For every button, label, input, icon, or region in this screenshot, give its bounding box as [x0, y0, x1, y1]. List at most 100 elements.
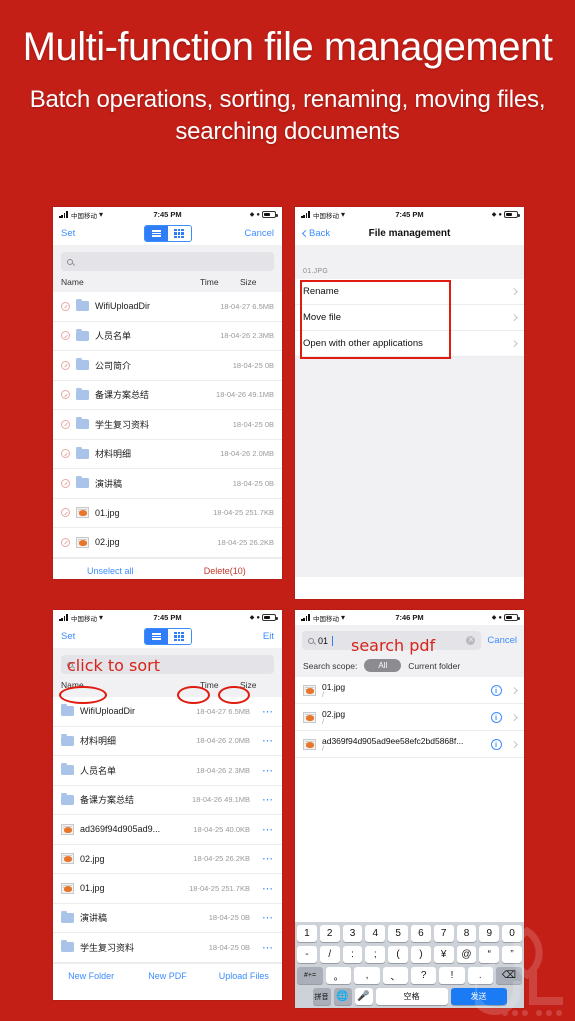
table-row[interactable]: 学生复习资料 18-04-25 0B ⋯: [53, 933, 282, 963]
key-slash[interactable]: /: [319, 946, 340, 963]
table-row[interactable]: 材料明细 18-04-26 2.0MB ⋯: [53, 727, 282, 756]
key-hyphen[interactable]: -: [297, 946, 317, 963]
key-7[interactable]: 7: [433, 925, 454, 942]
more-dots-icon[interactable]: ⋯: [256, 941, 274, 954]
more-dots-icon[interactable]: ⋯: [256, 705, 274, 718]
table-row[interactable]: 演讲稿 18-04-25 0B ⋯: [53, 904, 282, 933]
key-paren-open[interactable]: (: [388, 946, 408, 963]
list-item[interactable]: 01.jpg / i: [295, 677, 524, 704]
key-2[interactable]: 2: [319, 925, 340, 942]
key-at[interactable]: @: [456, 946, 477, 963]
selected-checkbox-icon[interactable]: [61, 478, 70, 488]
menu-item-open-with[interactable]: Open with other applications: [295, 331, 524, 357]
table-row[interactable]: 人员名单 18-04-26 2.3MB ⋯: [53, 756, 282, 786]
key-quote-open[interactable]: “: [479, 946, 500, 963]
key-6[interactable]: 6: [411, 925, 431, 942]
key-comma[interactable]: ,: [354, 967, 380, 984]
selected-checkbox-icon[interactable]: [61, 449, 70, 459]
set-button[interactable]: Set: [61, 228, 75, 239]
column-header-size[interactable]: Size: [240, 277, 274, 287]
unselect-all-button[interactable]: Unselect all: [53, 566, 168, 576]
list-view-icon[interactable]: [144, 629, 168, 644]
key-period-cn[interactable]: 。: [326, 967, 352, 984]
key-space[interactable]: 空格: [375, 988, 448, 1005]
key-semicolon[interactable]: ;: [365, 946, 386, 963]
table-row[interactable]: ad369f94d905ad9... 18-04-25 40.0KB ⋯: [53, 815, 282, 845]
table-row[interactable]: 02.jpg 18-04-25 26.2KB: [53, 528, 282, 558]
more-dots-icon[interactable]: ⋯: [256, 734, 274, 747]
key-5[interactable]: 5: [388, 925, 408, 942]
list-item[interactable]: 02.jpg / i: [295, 704, 524, 731]
more-dots-icon[interactable]: ⋯: [256, 764, 274, 777]
view-mode-segmented-control[interactable]: [143, 225, 192, 242]
key-9[interactable]: 9: [479, 925, 500, 942]
more-dots-icon[interactable]: ⋯: [256, 823, 274, 836]
delete-button[interactable]: Delete(10): [168, 566, 283, 576]
new-pdf-button[interactable]: New PDF: [129, 971, 205, 981]
key-symbols-toggle[interactable]: #+=: [297, 967, 324, 984]
column-header-time[interactable]: Time: [200, 277, 240, 287]
cancel-button[interactable]: Cancel: [244, 228, 274, 239]
key-0[interactable]: 0: [502, 925, 522, 942]
table-row[interactable]: WifiUploadDir 18-04-27 6.5MB: [53, 292, 282, 322]
more-dots-icon[interactable]: ⋯: [256, 852, 274, 865]
upload-files-button[interactable]: Upload Files: [206, 971, 282, 981]
set-button[interactable]: Set: [61, 631, 75, 642]
selected-checkbox-icon[interactable]: [61, 390, 70, 400]
list-item[interactable]: ad369f94d905ad9ee58efc2bd5868f... / i: [295, 731, 524, 758]
key-dot[interactable]: .: [467, 967, 493, 984]
table-row[interactable]: 01.jpg 18-04-25 251.7KB ⋯: [53, 874, 282, 904]
view-mode-segmented-control[interactable]: [143, 628, 192, 645]
microphone-icon[interactable]: 🎤: [354, 988, 373, 1005]
key-exclamation[interactable]: !: [439, 967, 465, 984]
key-pinyin-toggle[interactable]: 拼音: [312, 988, 331, 1005]
clear-circle-icon[interactable]: ✕: [466, 636, 476, 645]
globe-icon[interactable]: 🌐: [333, 988, 352, 1005]
table-row[interactable]: 人员名单 18-04-26 2.3MB: [53, 322, 282, 351]
table-row[interactable]: 02.jpg 18-04-25 26.2KB ⋯: [53, 845, 282, 874]
menu-item-move-file[interactable]: Move file: [295, 305, 524, 331]
column-header-time[interactable]: Time: [200, 680, 240, 690]
more-dots-icon[interactable]: ⋯: [256, 911, 274, 924]
menu-item-rename[interactable]: Rename: [295, 279, 524, 305]
table-row[interactable]: 演讲稿 18-04-25 0B: [53, 469, 282, 499]
table-row[interactable]: WifiUploadDir 18-04-27 6.5MB ⋯: [53, 697, 282, 727]
column-header-name[interactable]: Name: [61, 277, 200, 287]
more-dots-icon[interactable]: ⋯: [256, 793, 274, 806]
backspace-icon[interactable]: ⌫: [495, 967, 522, 984]
grid-view-icon[interactable]: [167, 629, 191, 644]
key-paren-close[interactable]: ): [411, 946, 431, 963]
selected-checkbox-icon[interactable]: [61, 301, 70, 311]
list-view-icon[interactable]: [144, 226, 168, 241]
scope-option-current-folder[interactable]: Current folder: [408, 661, 460, 671]
selected-checkbox-icon[interactable]: [61, 419, 70, 429]
selected-checkbox-icon[interactable]: [61, 360, 70, 370]
grid-view-icon[interactable]: [167, 226, 191, 241]
key-4[interactable]: 4: [365, 925, 386, 942]
column-header-name[interactable]: Name: [61, 680, 200, 690]
search-input[interactable]: [61, 252, 274, 271]
scope-option-all[interactable]: All: [364, 659, 402, 672]
edit-button[interactable]: Eit: [263, 631, 274, 642]
table-row[interactable]: 备课方案总结 18-04-26 49.1MB: [53, 381, 282, 410]
selected-checkbox-icon[interactable]: [61, 537, 70, 547]
key-1[interactable]: 1: [297, 925, 317, 942]
key-yen[interactable]: ¥: [433, 946, 454, 963]
info-icon[interactable]: i: [490, 684, 502, 696]
table-row[interactable]: 材料明细 18-04-26 2.0MB: [53, 440, 282, 469]
info-icon[interactable]: i: [490, 738, 502, 750]
key-quote-close[interactable]: ”: [502, 946, 522, 963]
table-row[interactable]: 公司简介 18-04-25 0B: [53, 351, 282, 381]
key-question[interactable]: ?: [411, 967, 437, 984]
table-row[interactable]: 学生复习资料 18-04-25 0B: [53, 410, 282, 440]
selected-checkbox-icon[interactable]: [61, 331, 70, 341]
column-header-size[interactable]: Size: [240, 680, 274, 690]
key-3[interactable]: 3: [342, 925, 363, 942]
cancel-button[interactable]: Cancel: [487, 635, 517, 646]
key-8[interactable]: 8: [456, 925, 477, 942]
key-colon[interactable]: :: [342, 946, 363, 963]
selected-checkbox-icon[interactable]: [61, 508, 70, 518]
new-folder-button[interactable]: New Folder: [53, 971, 129, 981]
table-row[interactable]: 备课方案总结 18-04-26 49.1MB ⋯: [53, 786, 282, 815]
info-icon[interactable]: i: [490, 711, 502, 723]
